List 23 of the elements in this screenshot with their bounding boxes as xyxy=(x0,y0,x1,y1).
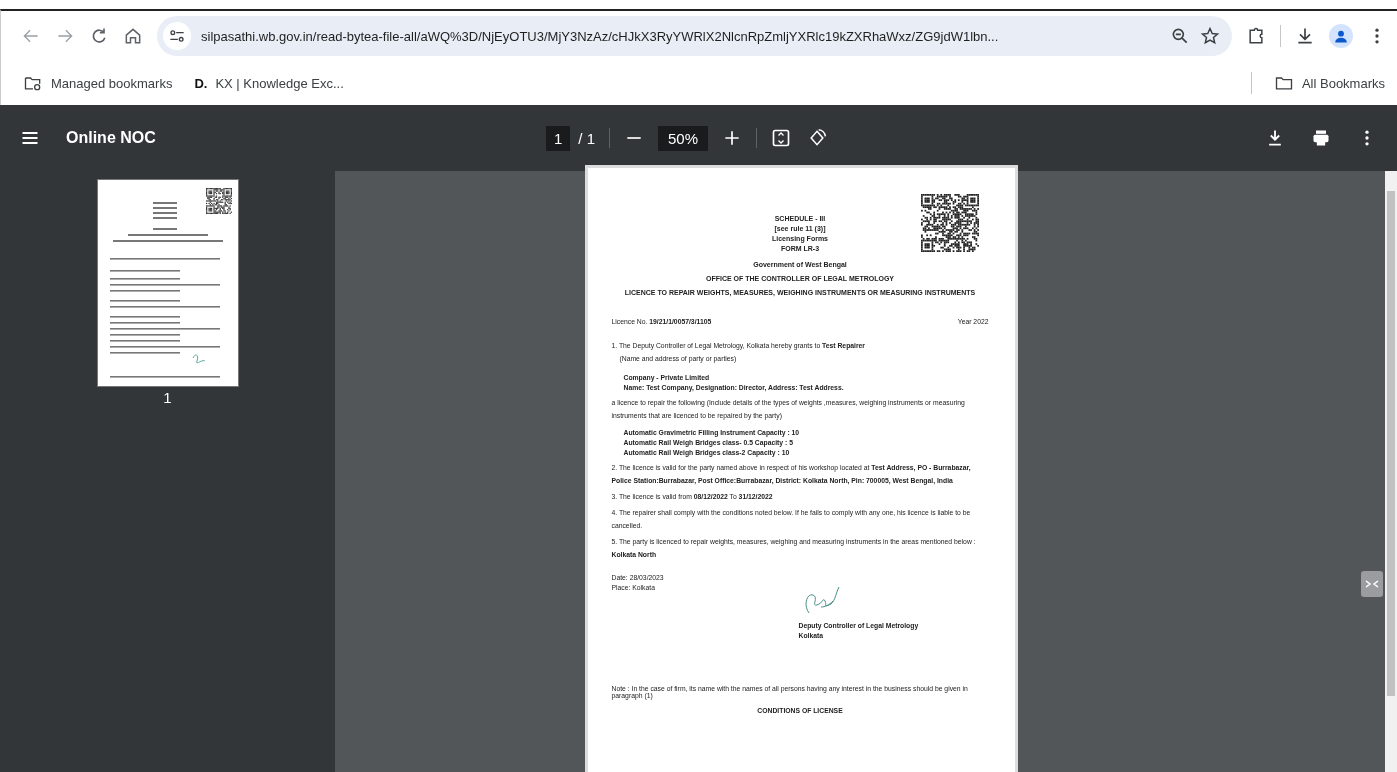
page-total: / 1 xyxy=(578,129,596,147)
home-icon[interactable] xyxy=(123,26,143,46)
address-bar[interactable]: silpasathi.wb.gov.in/read-bytea-file-all/aWQ%3D/NjEyOTU3/MjY3NzAz/cHJkX3RyYWRlX2NlcnRpZmljYXRlc19kZXRhaWxz/ZG9jdW1lbn... xyxy=(157,16,1232,56)
zoom-icon[interactable] xyxy=(1170,26,1190,46)
site-favicon[interactable]: D. xyxy=(194,75,208,91)
page-number-field[interactable]: 1 xyxy=(546,125,571,151)
all-bookmarks-link[interactable]: All Bookmarks xyxy=(1301,75,1385,91)
star-icon[interactable] xyxy=(1200,26,1220,46)
scrollbar[interactable] xyxy=(1385,171,1397,772)
fit-page-icon[interactable] xyxy=(771,128,792,148)
download-icon[interactable] xyxy=(1295,26,1315,46)
qr-code xyxy=(920,194,979,252)
url-text[interactable]: silpasathi.wb.gov.in/read-bytea-file-all/aWQ%3D/NjEyOTU3/MjY3NzAz/cHJkX3RyYWRlX2NlcnRpZmljYXRlc19kZXRhaWxz/ZG9jdW1lbn... xyxy=(201,28,1160,44)
profile-avatar[interactable] xyxy=(1329,24,1353,48)
document-title: Online NOC xyxy=(66,129,157,147)
bookmark-link[interactable]: Managed bookmarks xyxy=(51,75,173,91)
page-thumbnail[interactable] xyxy=(96,179,239,387)
page-number-label: 1 xyxy=(163,389,172,406)
bookmark-link[interactable]: KX | Knowledge Exc... xyxy=(215,75,344,91)
zoom-field[interactable]: 50% xyxy=(658,125,709,151)
extensions-icon[interactable] xyxy=(1246,26,1266,46)
print-icon[interactable] xyxy=(1311,128,1331,148)
collapse-icon[interactable] xyxy=(1361,571,1383,597)
